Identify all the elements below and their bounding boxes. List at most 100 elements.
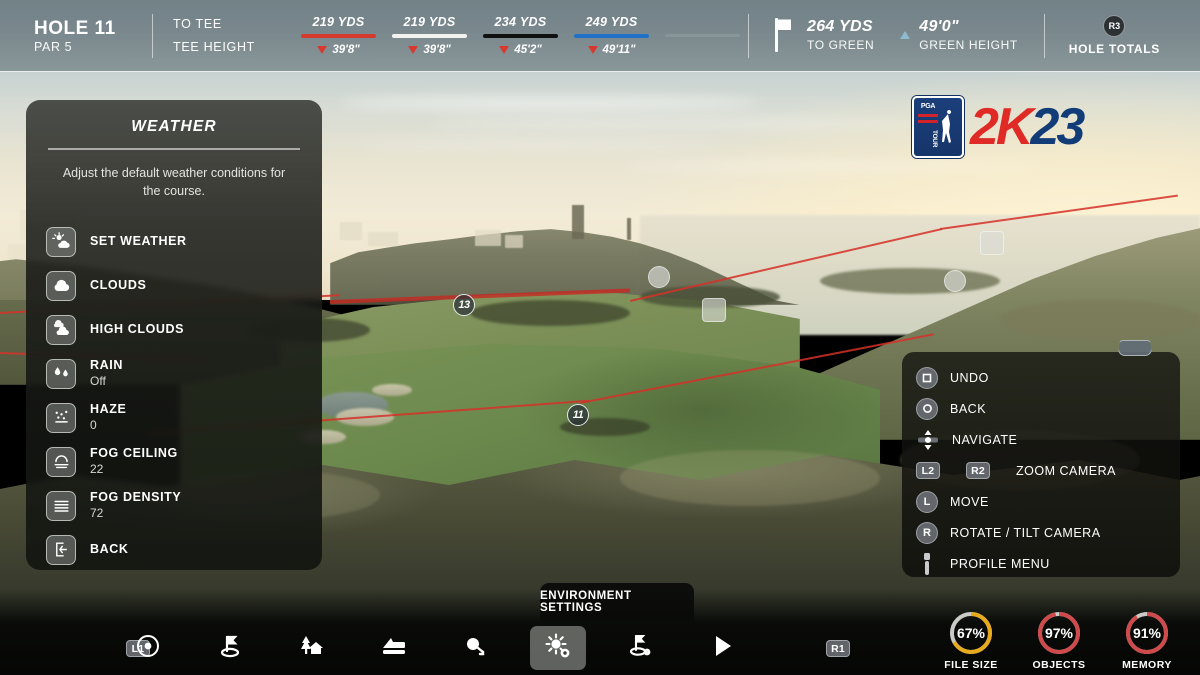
tee-box-4[interactable]: 249 YDS 49'11" [566,15,657,56]
resource-meter-file-size: 67% FILE SIZE [940,610,1002,671]
to-green-stat: 264 YDS TO GREEN [807,17,874,53]
cloud-icon [46,270,76,301]
weather-option-value: 22 [90,461,104,476]
green-height-stat: 49'0" GREEN HEIGHT [919,17,1018,53]
weather-option-label: FOG CEILING [90,446,178,461]
scene-node-circle[interactable] [944,270,966,292]
control-hint-label: BACK [950,401,987,416]
resource-meter-label: FILE SIZE [944,659,998,671]
scene-node-square[interactable] [980,231,1004,255]
tee-color-bar [301,34,376,38]
tee-box-1[interactable]: 219 YDS 39'8" [293,15,384,56]
elevation-up-icon [900,31,911,40]
measure-icon [461,631,491,666]
control-hint-navigate: NAVIGATE [916,424,1180,455]
tree-house-icon [297,631,327,666]
terrain-tool[interactable] [366,626,422,670]
weather-option-text: HIGH CLOUDS [90,322,184,338]
pga-badge-top: PGA [920,103,936,110]
r2-trigger-pill: R2 [966,462,990,479]
cloud-streak [340,96,760,110]
hole-number-badge[interactable]: 13 [453,294,475,316]
tee-placement-tool[interactable] [120,626,176,670]
weather-settings-panel[interactable]: WEATHER Adjust the default weather condi… [26,100,322,570]
tee-labels: TO TEE TEE HEIGHT [153,13,273,58]
control-hint-label: ZOOM CAMERA [1016,463,1116,478]
r1-bumper-pill[interactable]: R1 [826,640,850,657]
resource-meter-memory: 91% MEMORY [1116,610,1178,671]
tee-color-bar [483,34,558,38]
hole-title: HOLE 11 [34,17,116,39]
hole-par: PAR 5 [34,40,73,55]
play-icon [707,631,737,666]
progress-ring: 67% [948,610,994,656]
elevation-down-icon [499,46,510,54]
control-hint-move: L MOVE [916,486,1180,517]
tee-box-3[interactable]: 234 YDS 45'2" [475,15,566,56]
weather-option-label: HAZE [90,402,127,417]
flag-icon [773,18,793,53]
tool-tooltip: ENVIRONMENT SETTINGS [540,583,694,621]
weather-option-set-weather[interactable]: SET WEATHER [46,220,322,264]
measure-tool[interactable] [448,626,504,670]
control-hint-label: ROTATE / TILT CAMERA [950,525,1101,540]
to-tee-label: TO TEE [173,17,222,31]
cloud-streak [430,118,930,128]
hole-number-badge[interactable]: 11 [567,404,589,426]
tee-height-value: 45'2" [475,44,566,56]
tee-yardage: 234 YDS [494,15,547,29]
environment-settings-tool[interactable] [530,626,586,670]
haze-icon [46,402,76,433]
golfer-silhouette-icon [942,109,956,143]
weather-option-fog-density[interactable]: FOG DENSITY 72 [46,484,322,528]
scene-node-square[interactable] [702,298,726,322]
progress-ring: 91% [1124,610,1170,656]
resource-meters: 67% FILE SIZE 97% OBJECTS 91% MEMORY [940,610,1178,671]
objects-tool[interactable] [284,626,340,670]
tee-color-bar [574,34,649,38]
weather-option-label: SET WEATHER [90,233,187,248]
touchpad-icon [916,552,938,575]
r3-stick-icon: R3 [1103,15,1126,37]
weather-option-rain[interactable]: RAIN Off [46,352,322,396]
control-hint-label: MOVE [950,494,989,509]
control-hint-label: NAVIGATE [952,432,1018,447]
tee-box-2[interactable]: 219 YDS 39'8" [384,15,475,56]
hole-totals-button[interactable]: R3 HOLE TOTALS [1069,15,1200,56]
resource-meter-value: 91% [1132,625,1162,641]
panel-collapse-handle[interactable] [1118,340,1152,356]
green-tool[interactable] [202,626,258,670]
control-hint-label: UNDO [950,370,989,385]
to-green-label: TO GREEN [807,38,875,53]
sun-gear-icon [543,631,573,666]
hole-settings-tool[interactable] [612,626,668,670]
weather-option-high-clouds[interactable]: HIGH CLOUDS [46,308,322,352]
weather-option-fog-ceiling[interactable]: FOG CEILING 22 [46,440,322,484]
hole-identity: HOLE 11 PAR 5 [0,17,152,55]
play-test-tool[interactable] [694,626,750,670]
lighthouse [627,218,631,240]
pga-tour-2k23-course-designer: 13 11 HOLE 11 PAR 5 TO TEE TEE HEIGHT 219… [0,0,1200,675]
cloud-streak [620,160,1040,172]
tee-color-bar [392,34,467,38]
wordmark-2k: 2K [970,98,1034,156]
scene-node-circle[interactable] [648,266,670,288]
2k23-wordmark: 2K23 [970,98,1085,156]
to-green-value: 264 YDS [807,18,873,36]
weather-option-clouds[interactable]: CLOUDS [46,264,322,308]
tee-yardage: 249 YDS [585,15,638,29]
weather-option-label: FOG DENSITY [90,490,182,505]
r-stick-icon: R [916,521,938,544]
weather-option-back[interactable]: BACK [46,528,322,570]
designer-toolbar[interactable]: L1 R1 67% FILE SIZE 97% OBJECTS 91% MEMORY [0,612,1200,675]
control-hint-rotate-tilt-camera: R ROTATE / TILT CAMERA [916,517,1180,548]
square-button-icon [916,366,938,389]
l-stick-icon: L [916,490,938,513]
tee-box-5[interactable] [657,29,748,43]
fog-ceiling-icon [46,446,76,477]
cloud-streak [360,140,720,149]
tee-height-value: 49'11" [566,44,657,56]
weather-option-label: RAIN [90,358,123,373]
resource-meter-value: 67% [956,625,986,641]
weather-option-haze[interactable]: HAZE 0 [46,396,322,440]
